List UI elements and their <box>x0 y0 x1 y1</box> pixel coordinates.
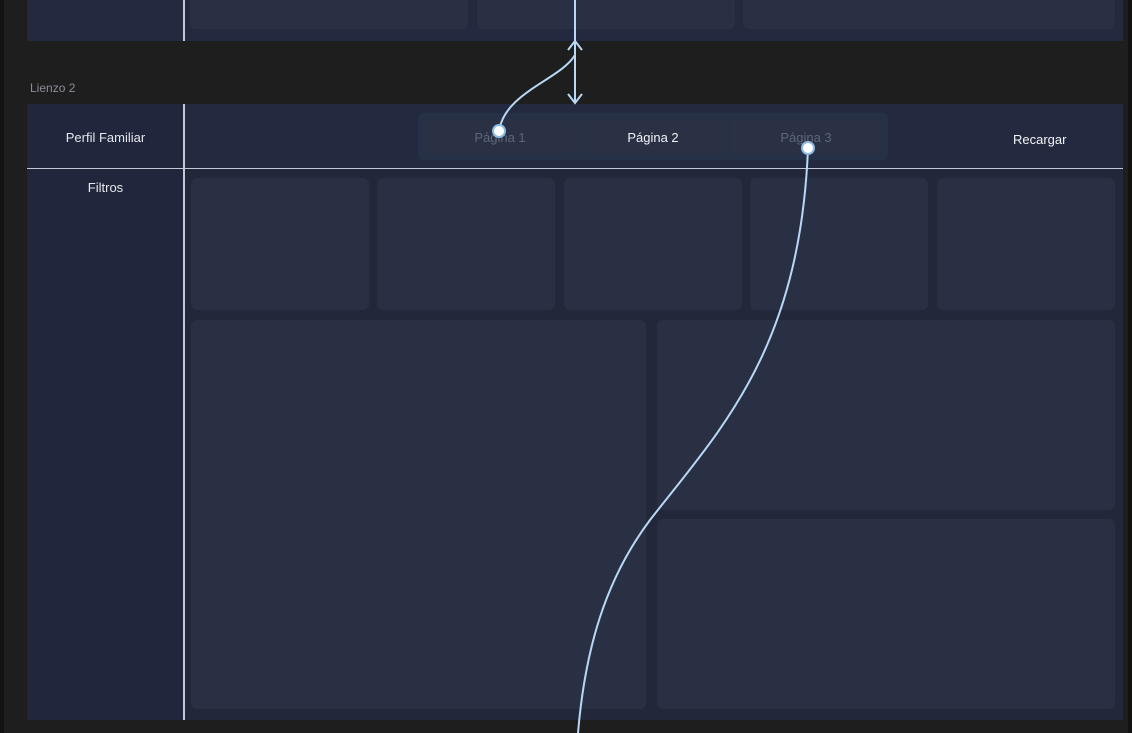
page-title: Perfil Familiar <box>65 130 146 145</box>
canvas-1-card <box>190 0 468 29</box>
tertiary-visual-panel[interactable] <box>657 519 1115 709</box>
secondary-visual-panel[interactable] <box>657 320 1115 510</box>
reload-button[interactable]: Recargar <box>1013 132 1066 147</box>
prototype-editor: Lienzo 2 Perfil Familiar Filtros Página … <box>0 0 1132 733</box>
filters-label: Filtros <box>87 180 124 195</box>
main-visual-panel[interactable] <box>191 320 646 709</box>
tab-pagina-1[interactable]: Página 1 <box>425 120 575 154</box>
left-edge <box>0 0 4 733</box>
tab-pagina-3[interactable]: Página 3 <box>731 120 881 154</box>
arrow-up-icon <box>567 39 583 51</box>
kpi-card[interactable] <box>564 178 742 310</box>
tab-pagina-2[interactable]: Página 2 <box>578 120 728 154</box>
kpi-card[interactable] <box>191 178 369 310</box>
kpi-card[interactable] <box>750 178 928 310</box>
kpi-card[interactable] <box>937 178 1115 310</box>
canvas-2-label[interactable]: Lienzo 2 <box>30 81 75 95</box>
canvas-1-card <box>743 0 1115 29</box>
sidebar-divider <box>183 104 185 720</box>
arrow-down-icon <box>567 93 583 105</box>
header-divider <box>27 168 1123 169</box>
canvas-2[interactable]: Perfil Familiar Filtros Página 1 Página … <box>27 104 1123 720</box>
canvas-1-card <box>477 0 735 29</box>
page-tabs: Página 1 Página 2 Página 3 <box>418 113 888 160</box>
canvas-1[interactable] <box>27 0 1123 41</box>
sidebar <box>27 104 184 720</box>
canvas-1-divider <box>183 0 185 41</box>
kpi-card[interactable] <box>377 178 555 310</box>
right-edge <box>1128 0 1132 733</box>
